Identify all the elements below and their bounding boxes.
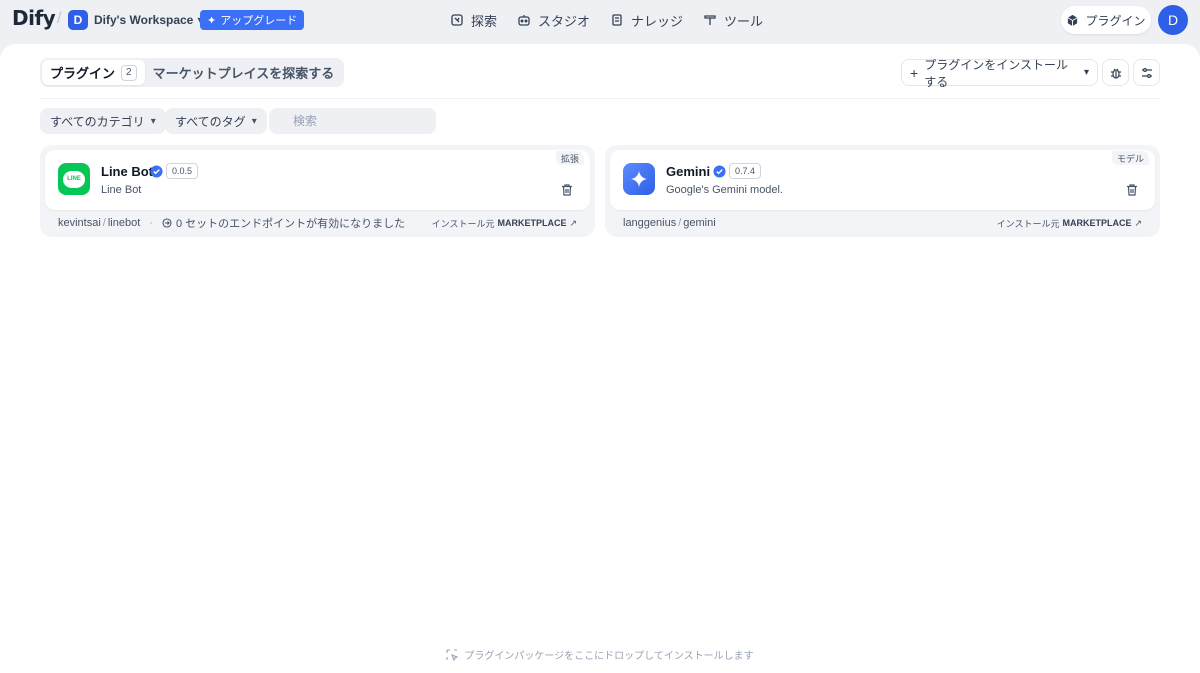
nav-tools[interactable]: ツール [693,9,773,31]
plugins-button-label: プラグイン [1085,13,1146,28]
install-plugin-label: プラグインをインストールする [924,57,1068,89]
sparkle-icon: ✦ [207,14,217,27]
tag-filter[interactable]: すべてのタグ ▾ [165,108,267,134]
sliders-icon [1141,67,1152,78]
tab-plugins-label: プラグイン [50,66,116,81]
dify-logo[interactable]: Dify [12,6,56,30]
tools-hammer-icon [704,15,716,25]
plugin-name: Gemini [666,164,711,179]
plugins-button[interactable]: プラグイン [1061,6,1151,34]
knowledge-book-icon [612,14,622,26]
plugin-card-footer: kevintsai / linebot · 0 セットのエンドポイントが有効にな… [58,216,577,230]
plugin-type-badge: 拡張 [555,151,584,165]
toolbar-divider [40,98,1160,99]
nav-explore[interactable]: 探索 [440,9,507,31]
chevron-down-icon: ▾ [150,115,156,127]
install-source[interactable]: インストール元 MARKETPLACE ↗ [432,217,577,230]
plugin-card-body: 拡張 LINE Line Bot 0.0.5 Line Bot [45,150,590,210]
source-prefix: インストール元 [996,218,1060,229]
tab-marketplace[interactable]: マーケットプレイスを探索する [145,60,343,85]
plugin-name: Line Bot [101,164,153,179]
org-separator: / [102,217,106,229]
nav-studio-label: スタジオ [538,13,591,29]
plugin-slug: gemini [683,217,716,229]
source-prefix: インストール元 [431,218,495,229]
tag-filter-label: すべてのタグ [175,114,246,129]
install-source[interactable]: インストール元 MARKETPLACE ↗ [997,217,1142,230]
plugin-org: langgenius [623,217,677,229]
source-name: MARKETPLACE [497,218,567,228]
explore-icon [451,14,463,26]
plugin-description: Google's Gemini model. [666,184,784,196]
trash-icon[interactable] [1125,183,1139,197]
endpoints-status: 0 セットのエンドポイントが有効になりました [162,215,405,231]
plugin-version: 0.0.5 [166,163,199,179]
plugin-settings-button[interactable] [1133,59,1160,86]
bug-icon [1110,68,1121,79]
gemini-logo-icon [623,163,655,195]
workspace-avatar: D [68,10,88,30]
source-name: MARKETPLACE [1062,218,1132,228]
external-link-icon: ↗ [569,217,577,228]
workspace-name: Dify's Workspace [94,13,194,27]
plugin-count-badge: 2 [121,64,137,81]
plugin-description: Line Bot [101,184,142,196]
drop-zone-hint: プラグインパッケージをここにドロップしてインストールします [0,647,1200,662]
trash-icon[interactable] [560,183,574,197]
chevron-down-icon: ▾ [251,115,257,127]
plugin-card-linebot[interactable]: 拡張 LINE Line Bot 0.0.5 Line Bot kevintsa… [40,145,595,237]
debug-button[interactable] [1102,59,1129,86]
top-bar: Dify / D Dify's Workspace ▾ ✦ アップグレード 探索… [0,0,1200,44]
install-plugin-button[interactable]: + プラグインをインストールする ▾ [901,58,1098,89]
upgrade-button[interactable]: ✦ アップグレード [200,10,305,30]
external-link-icon: ↗ [1134,217,1142,228]
footer-dot: · [149,217,153,229]
plugins-panel: プラグイン 2 マーケットプレイスを探索する + プラグインをインストールする … [0,44,1200,673]
category-filter-label: すべてのカテゴリ [50,114,145,129]
line-logo-text: LINE [67,176,81,182]
nav-knowledge[interactable]: ナレッジ [600,9,693,31]
nav-knowledge-label: ナレッジ [631,13,684,29]
plugin-card-gemini[interactable]: モデル Gemini 0.7.4 Google's Gemini model. … [605,145,1160,237]
plus-icon: + [910,64,919,81]
user-avatar[interactable]: D [1158,5,1188,35]
plugin-card-footer: langgenius / gemini インストール元 MARKETPLACE … [623,216,1142,230]
endpoint-icon [162,218,172,228]
verified-icon [713,165,726,178]
tab-plugins[interactable]: プラグイン 2 [42,60,145,85]
category-filter[interactable]: すべてのカテゴリ ▾ [40,108,166,134]
nav-tools-label: ツール [724,13,764,29]
chevron-down-icon: ▾ [1083,67,1089,78]
breadcrumb-separator: / [57,10,62,27]
studio-robot-icon [518,15,530,26]
search-input[interactable] [269,108,436,134]
main-nav: 探索 スタジオ ナレッジ ツール [440,9,773,31]
drop-hint-text: プラグインパッケージをここにドロップしてインストールします [464,651,754,662]
plugin-slug: linebot [107,217,141,229]
plugin-card-body: モデル Gemini 0.7.4 Google's Gemini model. [610,150,1155,210]
endpoints-text: 0 セットのエンドポイントが有効になりました [175,218,406,230]
verified-icon [150,165,163,178]
line-logo-icon: LINE [58,163,90,195]
plugin-version: 0.7.4 [729,163,762,179]
plugin-tabs: プラグイン 2 マーケットプレイスを探索する [40,58,345,87]
org-separator: / [678,217,682,229]
workspace-selector[interactable]: D Dify's Workspace ▾ [68,9,202,31]
plugin-org: kevintsai [58,217,101,229]
tab-marketplace-label: マーケットプレイスを探索する [152,66,335,81]
upgrade-label: アップグレード [220,15,298,27]
plugin-type-badge: モデル [1111,151,1149,165]
drag-drop-icon [446,648,459,661]
nav-explore-label: 探索 [471,13,498,29]
cube-icon [1068,14,1078,26]
nav-studio[interactable]: スタジオ [507,9,600,31]
